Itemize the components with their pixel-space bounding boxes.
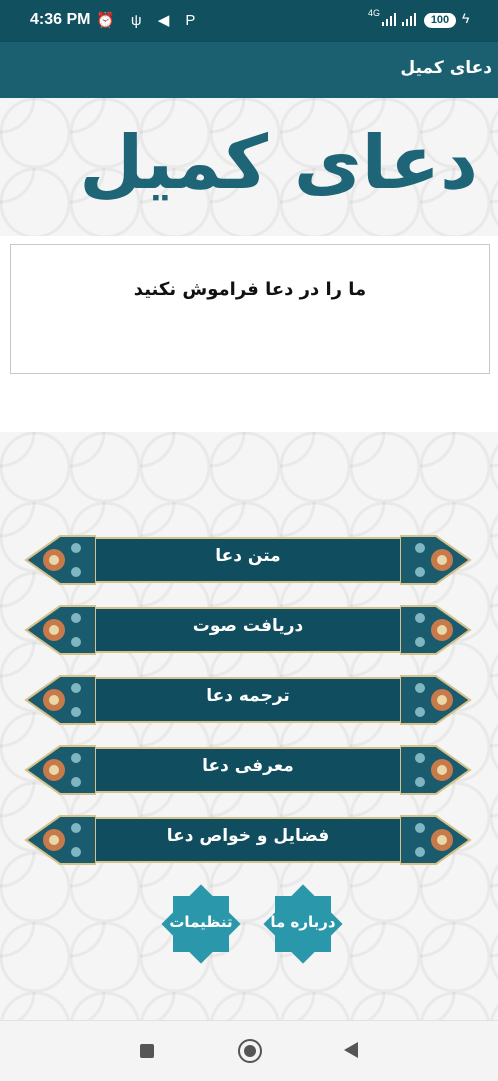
battery-icon: 100 [424, 13, 456, 28]
menu-button-label: ترجمه دعا [206, 686, 290, 706]
menu-button-introduction[interactable]: معرفی دعا [24, 744, 472, 796]
status-left-icons: ⏰ ψ ◀ P [96, 12, 202, 29]
menu-button-label: متن دعا [215, 546, 281, 566]
notice-text: ما را در دعا فراموش نکنید [133, 279, 367, 300]
app-title: دعای کمیل [400, 58, 492, 78]
menu-button-text[interactable]: متن دعا [24, 534, 472, 586]
about-label: درباره ما [270, 913, 336, 931]
menu-button-audio[interactable]: دریافت صوت [24, 604, 472, 656]
app-bar: دعای کمیل [0, 42, 498, 98]
menu-button-virtues[interactable]: فضایل و خواص دعا [24, 814, 472, 866]
back-icon[interactable] [344, 1042, 358, 1058]
header-banner: دعای کمیل [0, 98, 498, 236]
notice-box: ما را در دعا فراموش نکنید [10, 244, 490, 374]
status-time: 4:36 PM [30, 11, 91, 28]
signal-icon [382, 13, 416, 26]
settings-button[interactable]: تنظیمات [161, 884, 241, 964]
about-button[interactable]: درباره ما [263, 884, 343, 964]
charging-icon: ϟ [462, 10, 470, 26]
settings-label: تنظیمات [169, 913, 233, 931]
menu-button-label: فضایل و خواص دعا [166, 826, 330, 846]
home-icon[interactable] [238, 1039, 262, 1063]
header-logo-text: دعای کمیل [79, 120, 478, 206]
menu-panel [0, 432, 498, 1020]
network-type: 4G [368, 8, 381, 18]
navigation-bar [0, 1020, 498, 1081]
menu-button-translation[interactable]: ترجمه دعا [24, 674, 472, 726]
status-bar: 4:36 PM ⏰ ψ ◀ P 4G 100 ϟ [0, 0, 498, 42]
menu-button-label: معرفی دعا [202, 756, 294, 776]
recent-apps-icon[interactable] [140, 1044, 154, 1058]
menu-button-label: دریافت صوت [192, 616, 304, 636]
